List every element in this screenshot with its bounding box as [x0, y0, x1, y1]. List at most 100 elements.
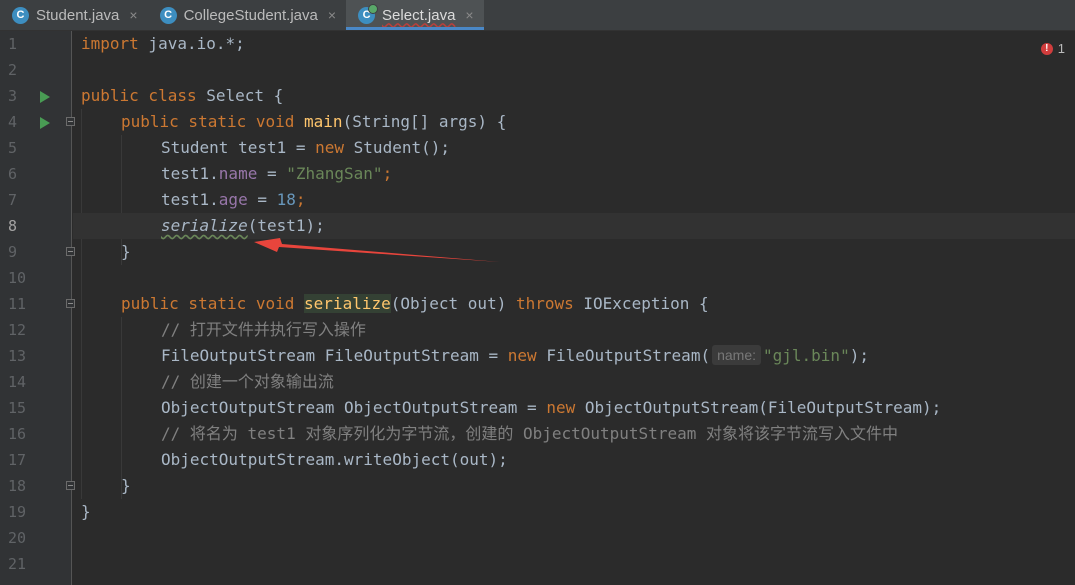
- fold-icon[interactable]: [66, 299, 75, 308]
- line-number: 5: [8, 139, 18, 157]
- code-line: 12 // 打开文件并执行写入操作: [0, 317, 1075, 343]
- code-line-current: 8 serialize(test1);: [0, 213, 1075, 239]
- error-icon: !: [1040, 42, 1053, 55]
- code-editor[interactable]: 1 import java.io.*; 2 3 public class Sel…: [0, 31, 1075, 585]
- line-number: 15: [8, 399, 27, 417]
- semicolon: ;: [295, 190, 306, 209]
- code-token: ObjectOutputStream.writeObject(out);: [161, 450, 508, 469]
- code-text: FileOutputStream FileOutputStream = new …: [161, 343, 869, 369]
- line-number: 14: [8, 373, 27, 391]
- code-line: 2: [0, 57, 1075, 83]
- line-number: 21: [8, 555, 27, 573]
- number-literal: 18: [276, 190, 296, 209]
- code-token: IOException {: [573, 294, 709, 313]
- line-number: 2: [8, 61, 18, 79]
- code-line: 16 // 将名为 test1 对象序列化为字节流，创建的 ObjectOutp…: [0, 421, 1075, 447]
- string-literal: "gjl.bin": [763, 346, 850, 365]
- code-text: ObjectOutputStream.writeObject(out);: [161, 447, 508, 473]
- icon-letter: C: [16, 9, 25, 21]
- tab-label: Student.java: [36, 6, 120, 24]
- icon-letter: C: [164, 9, 173, 21]
- code-token: ObjectOutputStream(FileOutputStream);: [575, 398, 942, 417]
- code-token: }: [121, 242, 131, 261]
- code-line: 9 }: [0, 239, 1075, 265]
- code-token: java.io.*;: [138, 34, 245, 53]
- java-class-icon: C: [12, 6, 29, 24]
- fold-icon[interactable]: [66, 247, 75, 256]
- code-comment: // 创建一个对象输出流: [161, 372, 334, 391]
- line-number: 7: [8, 191, 18, 209]
- code-token: (String[] args) {: [342, 112, 507, 131]
- code-token: test1.: [161, 164, 219, 183]
- code-text: public static void main(String[] args) {: [121, 109, 506, 135]
- method-name: main: [304, 112, 343, 131]
- keyword: public static void: [121, 294, 295, 313]
- semicolon: ;: [382, 164, 393, 183]
- code-token: ObjectOutputStream ObjectOutputStream =: [161, 398, 547, 417]
- parameter-hint: name:: [712, 345, 761, 365]
- code-line: 10: [0, 265, 1075, 291]
- code-comment: // 打开文件并执行写入操作: [161, 320, 366, 339]
- code-line: 18 }: [0, 473, 1075, 499]
- field-name: name: [218, 164, 258, 183]
- code-token: =: [257, 164, 287, 183]
- line-number: 19: [8, 503, 27, 521]
- keyword: new: [507, 346, 537, 365]
- code-line: 17 ObjectOutputStream.writeObject(out);: [0, 447, 1075, 473]
- line-number: 3: [8, 87, 18, 105]
- code-token: Select {: [196, 86, 284, 105]
- code-token: test1.: [161, 190, 219, 209]
- code-token: );: [849, 346, 869, 365]
- code-token: (test1);: [247, 216, 325, 235]
- code-line: 7 test1.age = 18;: [0, 187, 1075, 213]
- method-name: serialize: [304, 294, 391, 313]
- fold-icon[interactable]: [66, 117, 75, 126]
- close-icon[interactable]: ×: [465, 7, 473, 23]
- tab-collegestudent-java[interactable]: C CollegeStudent.java ×: [148, 0, 346, 30]
- close-icon[interactable]: ×: [129, 7, 137, 23]
- method-call: serialize: [161, 216, 248, 235]
- line-number: 16: [8, 425, 27, 443]
- runnable-badge-icon: [368, 3, 379, 14]
- code-line: 11 public static void serialize(Object o…: [0, 291, 1075, 317]
- inspection-error-indicator[interactable]: ! 1: [1040, 41, 1065, 56]
- code-token: }: [121, 476, 131, 495]
- keyword: throws: [515, 294, 574, 313]
- code-text: Student test1 = new Student();: [161, 135, 450, 161]
- run-main-icon[interactable]: [40, 117, 50, 129]
- code-token: Student();: [344, 138, 450, 157]
- code-text: public class Select {: [81, 83, 283, 109]
- tab-select-java[interactable]: C Select.java ×: [346, 0, 484, 30]
- line-number: 10: [8, 269, 27, 287]
- line-number: 4: [8, 113, 18, 131]
- run-class-icon[interactable]: [40, 91, 50, 103]
- line-number: 18: [8, 477, 27, 495]
- tab-student-java[interactable]: C Student.java ×: [0, 0, 148, 30]
- tab-label: CollegeStudent.java: [183, 6, 318, 24]
- code-text: }: [121, 473, 131, 499]
- code-line: 13 FileOutputStream FileOutputStream = n…: [0, 343, 1075, 369]
- code-line: 4 public static void main(String[] args)…: [0, 109, 1075, 135]
- java-class-icon: C: [358, 3, 379, 24]
- keyword: public static void: [121, 112, 295, 131]
- close-icon[interactable]: ×: [328, 7, 336, 23]
- string-literal: "ZhangSan": [286, 164, 383, 183]
- error-count: 1: [1057, 41, 1065, 56]
- java-class-icon: C: [159, 6, 177, 24]
- line-number: 17: [8, 451, 27, 469]
- code-line: 20: [0, 525, 1075, 551]
- code-text: test1.age = 18;: [161, 187, 306, 213]
- code-comment: // 将名为 test1 对象序列化为字节流，创建的 ObjectOutputS…: [161, 424, 898, 443]
- code-line: 14 // 创建一个对象输出流: [0, 369, 1075, 395]
- tab-label: Select.java: [382, 6, 456, 24]
- fold-icon[interactable]: [66, 481, 75, 490]
- code-line: 1 import java.io.*;: [0, 31, 1075, 57]
- line-number: 12: [8, 321, 27, 339]
- line-number: 6: [8, 165, 18, 183]
- line-number: 9: [8, 243, 18, 261]
- line-number: 8: [8, 217, 18, 235]
- code-token: Student test1 =: [161, 138, 316, 157]
- code-text: }: [121, 239, 131, 265]
- code-text: import java.io.*;: [81, 31, 245, 57]
- keyword: import: [81, 34, 139, 53]
